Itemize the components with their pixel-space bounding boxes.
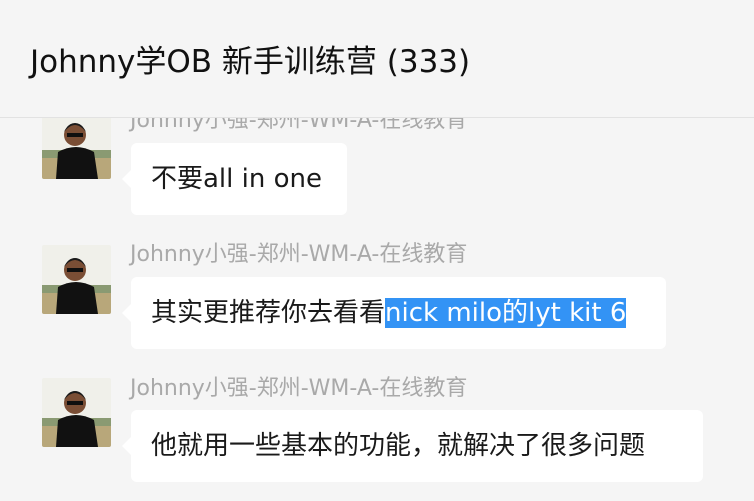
selected-text: nick milo的lyt kit 6 (385, 298, 627, 328)
message-bubble[interactable]: 其实更推荐你去看看nick milo的lyt kit 6 (122, 277, 666, 349)
message-text: 其实更推荐你去看看 (151, 298, 386, 328)
chat-header: Johnny学OB 新手训练营 (333) (0, 0, 754, 118)
message-text: 不要all in one (151, 164, 322, 194)
message-bubble[interactable]: 不要all in one (122, 143, 347, 215)
avatar[interactable] (42, 378, 111, 447)
avatar[interactable] (42, 110, 111, 179)
message-bubble[interactable]: 他就用一些基本的功能，就解决了很多问题 (122, 410, 703, 482)
sender-name: Johnny小强-郑州-WM-A-在线教育 (130, 376, 468, 401)
sender-name: Johnny小强-郑州-WM-A-在线教育 (130, 242, 468, 267)
avatar[interactable] (42, 245, 111, 314)
message-text: 他就用一些基本的功能，就解决了很多问题 (151, 431, 646, 461)
chat-title: Johnny学OB 新手训练营 (333) (30, 44, 471, 80)
